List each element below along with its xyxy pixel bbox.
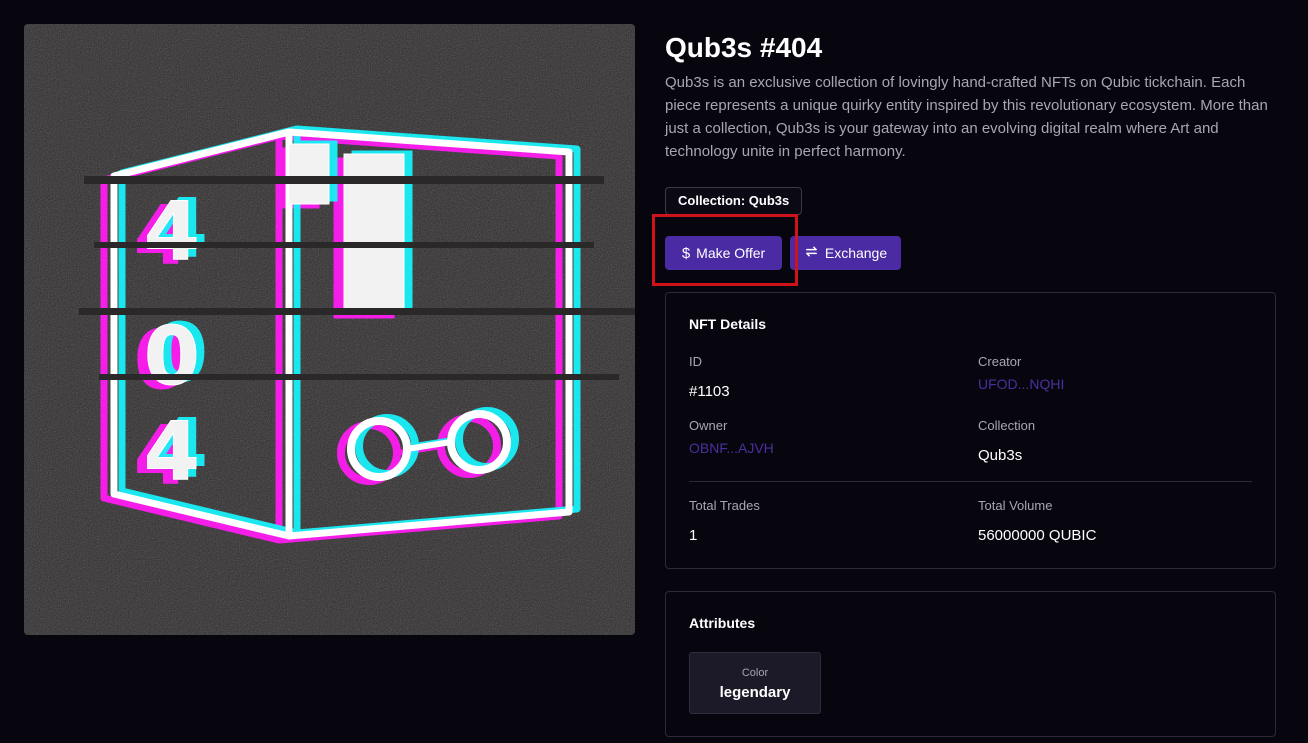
owner-link[interactable]: OBNF...AJVH — [689, 440, 949, 456]
collection-label: Collection — [978, 418, 1036, 433]
dollar-icon: $ — [681, 244, 691, 262]
attribute-tile[interactable]: Color legendary — [689, 652, 821, 714]
attributes-card: Attributes Color legendary — [665, 591, 1276, 737]
creator-label: Creator — [978, 354, 1022, 369]
total-trades-value: 1 — [689, 527, 698, 544]
details-divider — [689, 481, 1252, 482]
nft-image: 4 0 4 — [24, 24, 635, 635]
total-volume-field: Total Volume 56000000 QUBIC — [978, 498, 1238, 545]
exchange-button[interactable]: Exchange — [790, 236, 901, 270]
attributes-heading: Attributes — [689, 615, 756, 631]
id-field: ID #1103 — [689, 354, 949, 401]
id-value: #1103 — [689, 383, 730, 400]
attribute-value: legendary — [719, 684, 791, 701]
nft-title: Qub3s #404 — [665, 32, 823, 63]
make-offer-label: Make Offer — [696, 245, 766, 261]
total-volume-value: 56000000 QUBIC — [978, 527, 1097, 544]
owner-field: Owner OBNF...AJVH — [689, 418, 949, 456]
collection-field: Collection Qub3s — [978, 418, 1238, 465]
creator-field: Creator UFOD...NQHI — [978, 354, 1238, 392]
total-volume-label: Total Volume — [978, 498, 1053, 513]
collection-value: Qub3s — [978, 447, 1023, 464]
collection-badge[interactable]: Collection: Qub3s — [665, 187, 803, 215]
creator-link[interactable]: UFOD...NQHI — [978, 376, 1238, 392]
total-trades-field: Total Trades 1 — [689, 498, 949, 545]
exchange-arrows-icon — [804, 244, 819, 262]
id-label: ID — [689, 354, 702, 369]
nft-details-heading: NFT Details — [689, 316, 767, 332]
nft-info-panel: Qub3s #404 Qub3s is an exclusive collect… — [652, 24, 1276, 737]
nft-description: Qub3s is an exclusive collection of lovi… — [665, 74, 1268, 160]
make-offer-button[interactable]: $ Make Offer — [665, 236, 782, 270]
exchange-label: Exchange — [824, 245, 888, 261]
attribute-label: Color — [741, 667, 769, 679]
nft-details-card: NFT Details ID #1103 Creator UFOD...NQHI… — [665, 292, 1276, 569]
total-trades-label: Total Trades — [689, 498, 760, 513]
owner-label: Owner — [689, 418, 728, 433]
